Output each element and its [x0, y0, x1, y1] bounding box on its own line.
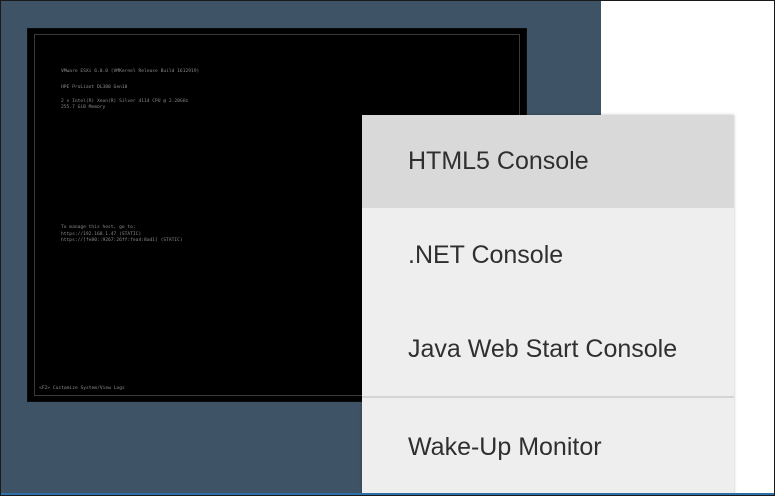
console-line: To manage this host, go to: — [61, 225, 136, 230]
console-line: https://[fe80::9267:26ff:fea4:8ad1] (STA… — [61, 238, 183, 243]
accent-bottom-bar — [1, 493, 774, 495]
window-frame: VMware ESXi 6.0.0 (VMKernel Release Buil… — [0, 0, 775, 496]
menu-item-java-web-start-console[interactable]: Java Web Start Console — [362, 302, 734, 396]
menu-item-net-console[interactable]: .NET Console — [362, 208, 734, 302]
menu-item-wake-up-monitor[interactable]: Wake-Up Monitor — [362, 398, 734, 495]
console-footer-line: <F2> Customize System/View Logs — [39, 386, 125, 391]
console-line: 255.7 GiB Memory — [61, 105, 106, 110]
console-line: HPE ProLiant DL380 Gen10 — [61, 85, 128, 90]
console-launch-menu: HTML5 Console .NET Console Java Web Star… — [362, 115, 734, 495]
console-line: VMware ESXi 6.0.0 (VMKernel Release Buil… — [61, 69, 200, 74]
menu-item-html5-console[interactable]: HTML5 Console — [362, 115, 734, 208]
console-line: https://192.168.1.47 (STATIC) — [61, 232, 142, 237]
console-line: 2 x Intel(R) Xeon(R) Silver 4114 CPU @ 2… — [61, 99, 189, 104]
